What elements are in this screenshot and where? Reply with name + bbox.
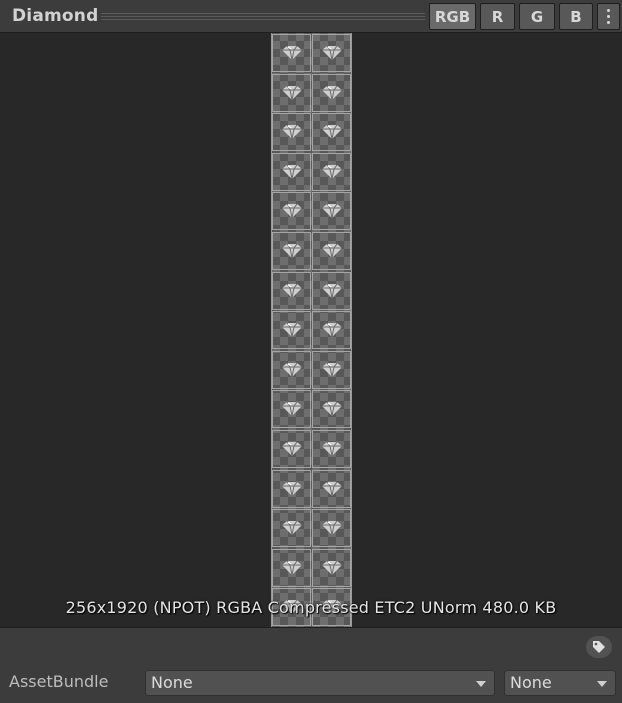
sprite-frame: [272, 73, 311, 112]
sprite-frame: [272, 192, 311, 231]
sprite-frame: [272, 469, 311, 508]
sprite-frame: [272, 311, 311, 350]
chevron-down-icon: [476, 681, 486, 687]
texture-info-text: 256x1920 (NPOT) RGBA Compressed ETC2 UNo…: [65, 598, 557, 617]
assetbundle-variant-dropdown[interactable]: None: [504, 670, 616, 696]
sprite-frame: [312, 469, 351, 508]
assetbundle-label: AssetBundle: [9, 672, 109, 691]
sprite-frame: [272, 350, 311, 389]
channel-g-button[interactable]: G: [519, 3, 555, 30]
texture-preview-area: 256x1920 (NPOT) RGBA Compressed ETC2 UNo…: [0, 33, 622, 627]
sprite-frame: [312, 390, 351, 429]
sprite-frame: [272, 390, 311, 429]
sprite-frame: [272, 548, 311, 587]
texture-inspector-preview: Diamond RGB R G B 256x1920 (NPOT) RGBA C…: [0, 0, 622, 703]
chevron-down-icon: [597, 681, 607, 687]
channel-r-button[interactable]: R: [480, 3, 515, 30]
sprite-frame: [272, 113, 311, 152]
sprite-frame: [272, 430, 311, 468]
preview-header: Diamond RGB R G B: [0, 0, 622, 33]
asset-label-bar: AssetBundle None None: [0, 627, 622, 703]
assetbundle-name-value: None: [151, 673, 193, 692]
sprite-frame: [312, 232, 351, 270]
sprite-frame: [312, 152, 351, 191]
sprite-frame: [312, 350, 351, 389]
sprite-frame: [312, 430, 351, 468]
channel-b-button[interactable]: B: [559, 3, 593, 30]
sprite-frame: [312, 271, 351, 310]
assetbundle-variant-value: None: [510, 673, 552, 692]
sprite-frame: [312, 311, 351, 350]
sprite-frame: [312, 192, 351, 231]
channel-rgb-button[interactable]: RGB: [429, 3, 476, 30]
sprite-frame: [312, 113, 351, 152]
sprite-frame: [312, 34, 351, 72]
sprite-frame: [272, 232, 311, 270]
drag-grip[interactable]: [101, 13, 425, 21]
sprite-frame: [272, 152, 311, 191]
tag-icon[interactable]: [586, 636, 612, 658]
sprite-frame: [272, 509, 311, 548]
sprite-frame: [312, 548, 351, 587]
kebab-menu-icon[interactable]: [597, 3, 620, 30]
sprite-frame: [312, 73, 351, 112]
assetbundle-name-dropdown[interactable]: None: [145, 670, 495, 696]
sprite-frame: [312, 509, 351, 548]
sprite-frame: [272, 34, 311, 72]
sprite-frame: [272, 271, 311, 310]
asset-title: Diamond: [12, 6, 99, 26]
